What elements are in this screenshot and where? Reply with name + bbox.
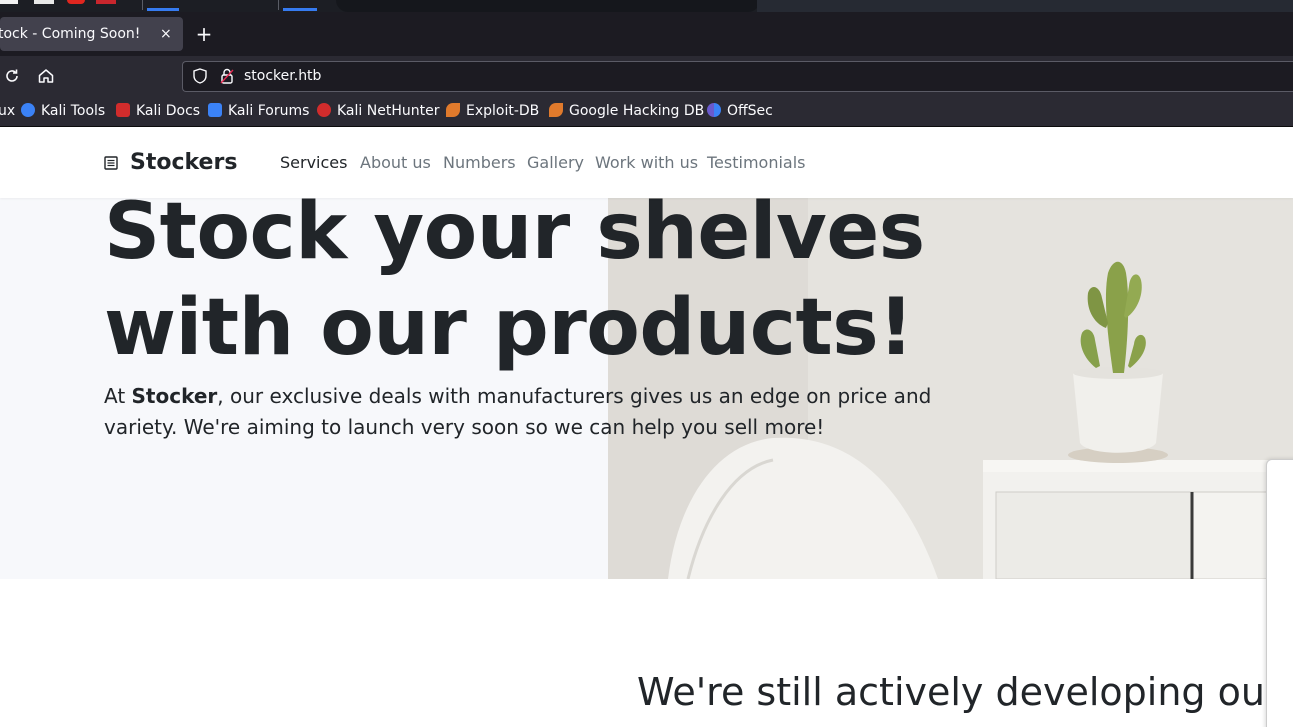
kali-docs-icon xyxy=(116,103,130,117)
hero-brand-name: Stocker xyxy=(131,384,218,408)
bookmark-offsec[interactable]: OffSec xyxy=(707,96,773,127)
nav-gallery[interactable]: Gallery xyxy=(527,128,584,198)
hero-title: Stock your shelves with our products! xyxy=(104,187,925,373)
files-icon[interactable] xyxy=(34,0,54,4)
tab-title: tock - Coming Soon! xyxy=(0,26,141,42)
offsec-icon xyxy=(707,103,721,117)
kali-tools-icon xyxy=(21,103,35,117)
bookmark-google-hacking-db[interactable]: Google Hacking DB xyxy=(549,96,704,127)
bookmark-kali-nethunter[interactable]: Kali NetHunter xyxy=(317,96,439,127)
terminal-icon[interactable] xyxy=(0,0,18,4)
list-icon xyxy=(104,156,118,170)
url-text[interactable]: stocker.htb xyxy=(244,62,321,91)
bookmark-exploit-db[interactable]: Exploit-DB xyxy=(446,96,539,127)
burp-icon[interactable] xyxy=(96,0,116,4)
section-heading: We're still actively developing our xyxy=(637,670,1281,714)
new-tab-button[interactable]: + xyxy=(194,24,214,44)
bookmark-kali-tools[interactable]: Kali Tools xyxy=(21,96,105,127)
lock-icon[interactable] xyxy=(219,67,235,85)
nethunter-icon xyxy=(317,103,331,117)
nav-numbers[interactable]: Numbers xyxy=(443,128,516,198)
workspace-indicator[interactable] xyxy=(147,8,179,11)
bookmark-kali-forums[interactable]: Kali Forums xyxy=(208,96,309,127)
nav-services[interactable]: Services xyxy=(280,128,347,198)
nav-about-us[interactable]: About us xyxy=(360,128,431,198)
workspace-indicator-active[interactable] xyxy=(283,8,317,11)
ghdb-icon xyxy=(549,103,563,117)
nav-work-with-us[interactable]: Work with us xyxy=(595,128,698,198)
home-icon[interactable] xyxy=(34,64,58,88)
shield-icon[interactable] xyxy=(191,67,209,85)
web-page: Stockers Services About us Numbers Galle… xyxy=(0,128,1293,727)
url-bar[interactable]: stocker.htb xyxy=(182,61,1293,92)
browser-tabstrip: tock - Coming Soon! × + xyxy=(0,12,1293,56)
app-icon[interactable] xyxy=(67,0,85,4)
bookmark-kali-docs[interactable]: Kali Docs xyxy=(116,96,200,127)
bookmark-item[interactable]: ux xyxy=(0,96,15,127)
brand[interactable]: Stockers xyxy=(104,128,237,198)
exploit-db-icon xyxy=(446,103,460,117)
brand-name: Stockers xyxy=(130,150,238,175)
reload-icon[interactable] xyxy=(0,64,24,88)
hero-section: Stock your shelves with our products! At… xyxy=(0,187,1293,579)
site-navbar: Stockers Services About us Numbers Galle… xyxy=(0,128,1293,198)
os-taskbar xyxy=(0,0,1293,12)
bookmarks-bar: ux Kali Tools Kali Docs Kali Forums Kali… xyxy=(0,96,1293,127)
browser-navbar: stocker.htb xyxy=(0,56,1293,96)
kali-forums-icon xyxy=(208,103,222,117)
side-panel[interactable] xyxy=(1266,459,1293,727)
hero-description: At Stocker, our exclusive deals with man… xyxy=(104,384,932,439)
tab-stocker[interactable]: tock - Coming Soon! × xyxy=(0,17,183,51)
close-icon[interactable]: × xyxy=(160,17,172,51)
nav-testimonials[interactable]: Testimonials xyxy=(707,128,806,198)
